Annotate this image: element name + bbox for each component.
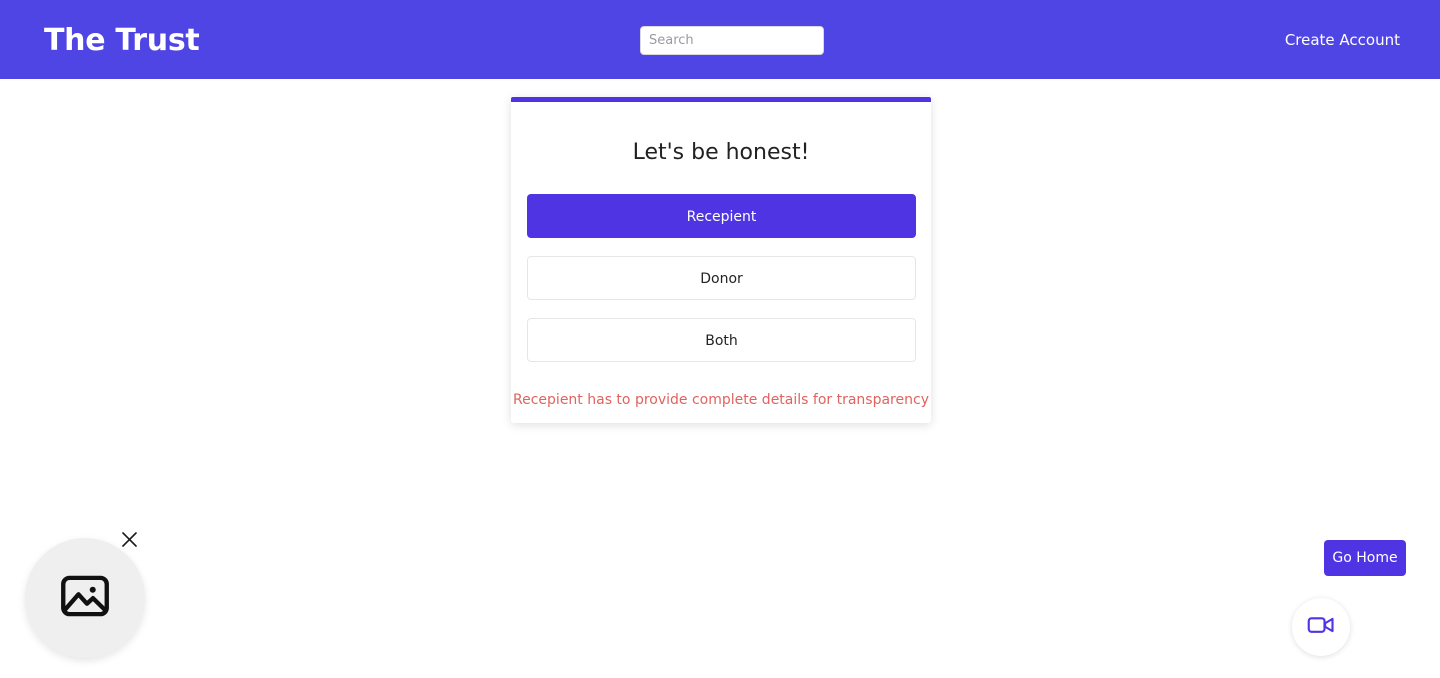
role-option-recepient[interactable]: Recepient (527, 194, 916, 238)
role-options-group: Recepient Donor Both (511, 194, 931, 362)
card-title: Let's be honest! (632, 140, 810, 165)
image-icon (56, 567, 114, 629)
create-account-link[interactable]: Create Account (1285, 31, 1400, 49)
video-call-button[interactable] (1292, 598, 1350, 656)
app-header: The Trust Create Account (0, 0, 1440, 79)
go-home-button[interactable]: Go Home (1324, 540, 1406, 576)
search-input[interactable] (640, 26, 824, 55)
card-accent-bar (511, 97, 931, 102)
role-option-donor[interactable]: Donor (527, 256, 916, 300)
brand-logo: The Trust (44, 23, 200, 58)
image-upload-button[interactable] (25, 538, 145, 658)
error-message: Recepient has to provide complete detail… (513, 392, 929, 408)
video-camera-icon (1306, 610, 1336, 644)
role-option-both[interactable]: Both (527, 318, 916, 362)
role-selection-card: Let's be honest! Recepient Donor Both Re… (511, 97, 931, 423)
close-icon[interactable] (119, 529, 139, 549)
